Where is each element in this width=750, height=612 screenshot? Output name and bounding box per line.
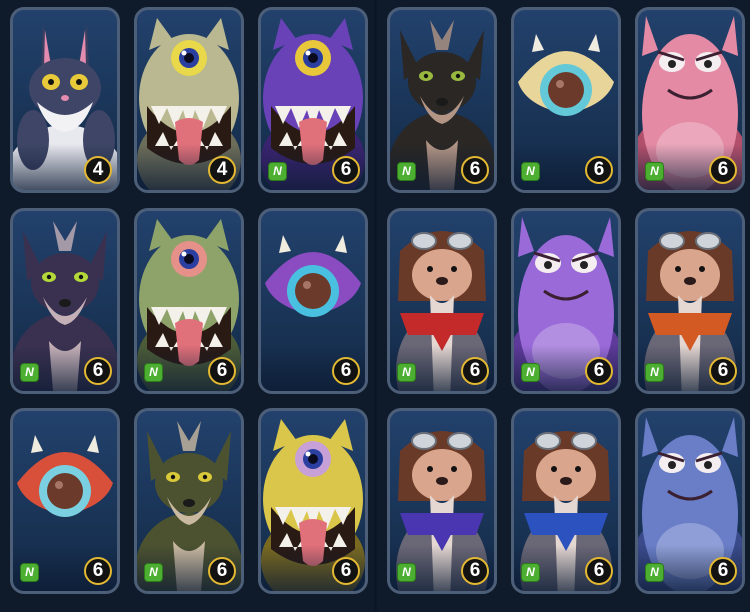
new-tag: N [521,162,540,181]
creature-card-seal-red-scarf[interactable]: N6 [387,208,497,394]
creature-card-grey-rabbit[interactable]: 4 [10,7,120,193]
new-tag: N [397,363,416,382]
level-badge: 6 [585,156,613,184]
creature-card-seal-orange-scarf[interactable]: N6 [635,208,745,394]
new-tag: N [20,563,39,582]
creature-card-blue-blob[interactable]: N6 [635,408,745,594]
level-badge: 6 [84,357,112,385]
level-badge: 6 [461,357,489,385]
creature-card-seal-purple-scarf[interactable]: N6 [387,408,497,594]
level-badge: 6 [585,357,613,385]
new-tag: N [645,363,664,382]
creature-grid-right: N6 N6 N6 N6 N6 N6 N6 N6 N6 [377,0,750,612]
new-tag: N [144,363,163,382]
creature-card-cream-cyclops-yellow-eye[interactable]: 4 [134,7,244,193]
level-badge: 6 [585,557,613,585]
new-tag: N [645,162,664,181]
creature-card-dark-purple-dog[interactable]: N6 [10,208,120,394]
level-badge: 6 [332,156,360,184]
new-tag: N [521,363,540,382]
level-badge: 6 [709,156,737,184]
level-badge: 6 [709,557,737,585]
level-badge: 6 [208,357,236,385]
level-badge: 6 [332,357,360,385]
creature-card-seal-blue-scarf[interactable]: N6 [511,408,621,594]
new-tag: N [397,162,416,181]
new-tag: N [521,563,540,582]
creature-grid-left: 4 4 N6 N6 N6 6 N6 N6 6 [0,0,374,612]
creature-card-red-eyeball[interactable]: N6 [10,408,120,594]
new-tag: N [645,563,664,582]
new-tag: N [144,563,163,582]
creature-card-pink-blob[interactable]: N6 [635,7,745,193]
creature-card-olive-dog[interactable]: N6 [134,408,244,594]
creature-card-black-dog[interactable]: N6 [387,7,497,193]
creature-card-purple-cyclops-yellow-eye[interactable]: N6 [258,7,368,193]
level-badge: 6 [461,557,489,585]
level-badge: 6 [208,557,236,585]
creature-card-yellow-cyclops-purple-eye[interactable]: 6 [258,408,368,594]
level-badge: 4 [208,156,236,184]
creature-card-purple-eyeball[interactable]: 6 [258,208,368,394]
new-tag: N [268,162,287,181]
creature-card-cream-eyeball[interactable]: N6 [511,7,621,193]
level-badge: 6 [461,156,489,184]
level-badge: 6 [332,557,360,585]
creature-card-green-cyclops-purple-eye[interactable]: N6 [134,208,244,394]
new-tag: N [20,363,39,382]
new-tag: N [397,563,416,582]
level-badge: 6 [709,357,737,385]
creature-card-purple-blob[interactable]: N6 [511,208,621,394]
level-badge: 4 [84,156,112,184]
level-badge: 6 [84,557,112,585]
